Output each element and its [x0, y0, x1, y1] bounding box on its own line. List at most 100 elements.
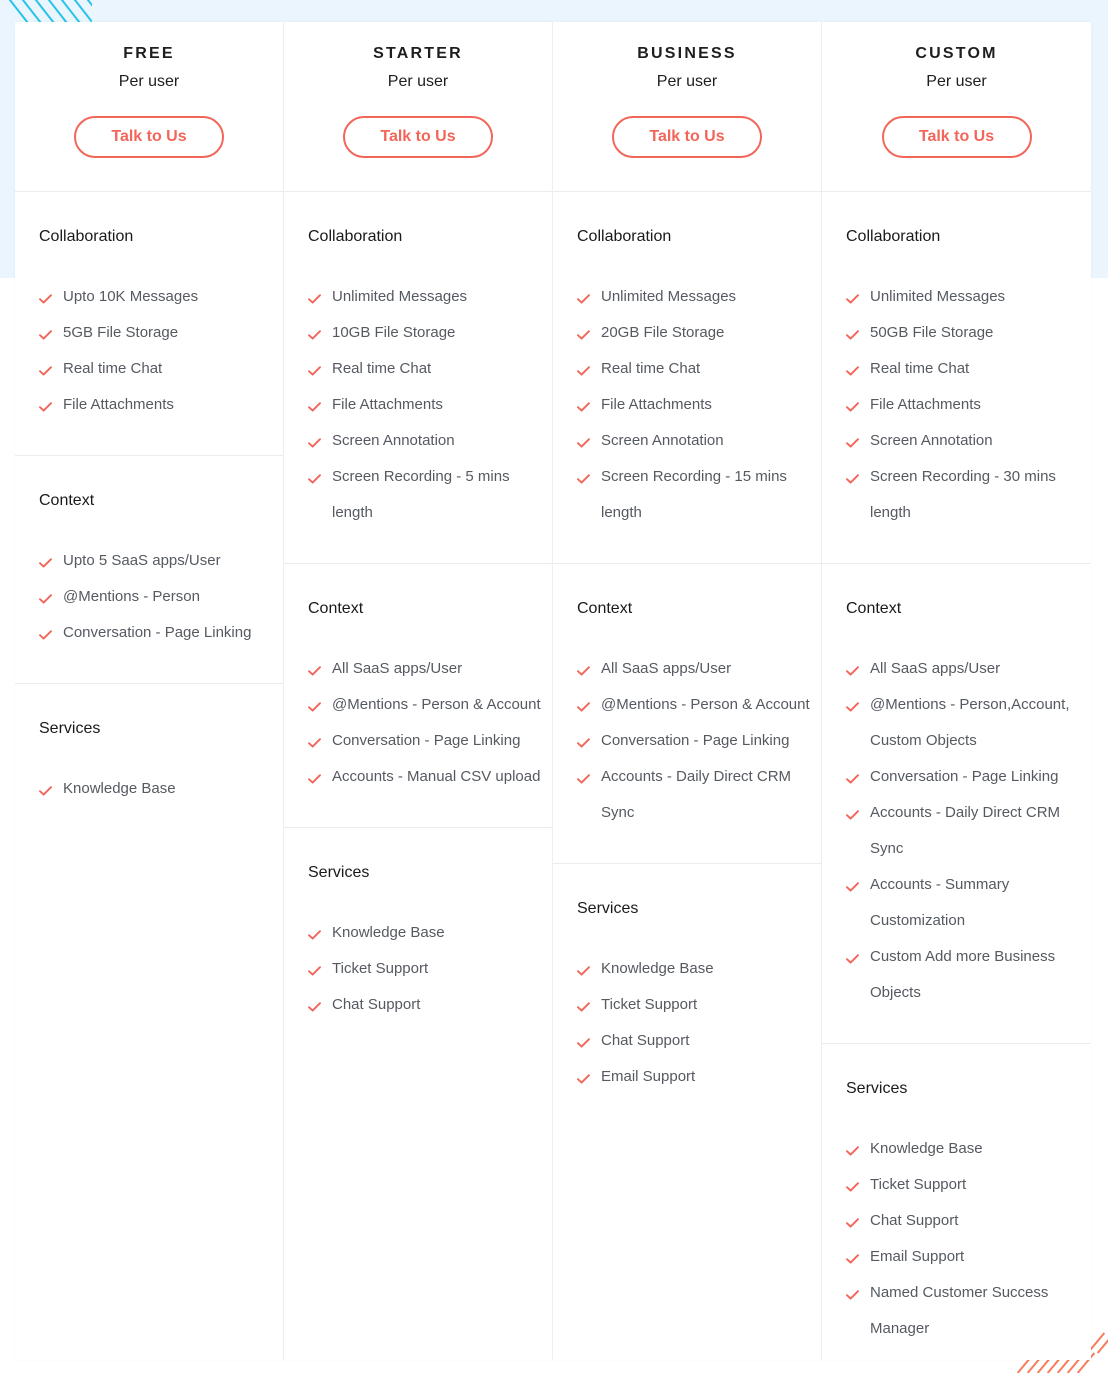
- check-icon: [846, 387, 870, 423]
- feature-item: 50GB File Storage: [846, 315, 1091, 351]
- feature-item: Knowledge Base: [308, 915, 552, 951]
- feature-label: Real time Chat: [601, 360, 701, 377]
- section-title: Services: [308, 864, 370, 881]
- feature-section-collaboration: Collaboration Upto 10K Messages 5GB File S…: [15, 192, 283, 456]
- feature-label: Knowledge Base: [601, 960, 714, 977]
- check-icon: [577, 423, 601, 459]
- feature-label: Screen Annotation: [332, 432, 455, 449]
- talk-to-us-button[interactable]: Talk to Us: [74, 116, 224, 158]
- feature-item: Accounts - Manual CSV upload: [308, 759, 552, 795]
- check-icon: [577, 387, 601, 423]
- check-icon: [846, 939, 870, 975]
- check-icon: [308, 651, 332, 687]
- feature-label: Screen Recording - 30 mins length: [870, 468, 1056, 521]
- feature-label: Real time Chat: [870, 360, 970, 377]
- check-icon: [308, 759, 332, 795]
- check-icon: [577, 315, 601, 351]
- check-icon: [308, 951, 332, 987]
- check-icon: [846, 1167, 870, 1203]
- feature-section-collaboration: Collaboration Unlimited Messages 50GB File…: [822, 192, 1091, 564]
- talk-to-us-button[interactable]: Talk to Us: [343, 116, 493, 158]
- feature-section-collaboration: Collaboration Unlimited Messages 10GB File…: [284, 192, 552, 564]
- check-icon: [577, 651, 601, 687]
- feature-item: Conversation - Page Linking: [39, 615, 283, 651]
- feature-item: @Mentions - Person & Account: [577, 687, 821, 723]
- plan-header: STARTER Per user Talk to Us: [284, 22, 552, 192]
- feature-section-collaboration: Collaboration Unlimited Messages 20GB File…: [553, 192, 821, 564]
- feature-item: Unlimited Messages: [846, 279, 1091, 315]
- section-title: Collaboration: [308, 228, 403, 245]
- feature-label: Real time Chat: [332, 360, 432, 377]
- feature-item: Unlimited Messages: [308, 279, 552, 315]
- feature-label: Custom Add more Business Objects: [870, 948, 1056, 1001]
- feature-item: Upto 10K Messages: [39, 279, 283, 315]
- feature-label: Ticket Support: [332, 960, 429, 977]
- check-icon: [308, 351, 332, 387]
- feature-item: Conversation - Page Linking: [846, 759, 1091, 795]
- section-title: Context: [846, 600, 902, 617]
- check-icon: [846, 795, 870, 831]
- feature-section-context: Context All SaaS apps/User @Mentions - Per…: [553, 564, 821, 864]
- check-icon: [39, 387, 63, 423]
- feature-item: Real time Chat: [846, 351, 1091, 387]
- feature-section-services: Services Knowledge Base: [15, 684, 283, 1360]
- section-title: Collaboration: [577, 228, 672, 245]
- feature-label: Conversation - Page Linking: [332, 732, 521, 749]
- feature-section-context: Context All SaaS apps/User @Mentions - Per…: [822, 564, 1091, 1044]
- feature-label: Accounts - Summary Customization: [870, 876, 1010, 929]
- feature-label: Screen Annotation: [601, 432, 724, 449]
- feature-item: Knowledge Base: [577, 951, 821, 987]
- talk-to-us-button[interactable]: Talk to Us: [881, 116, 1032, 158]
- feature-item: Chat Support: [308, 987, 552, 1023]
- check-icon: [846, 459, 870, 495]
- check-icon: [846, 315, 870, 351]
- feature-label: Conversation - Page Linking: [870, 768, 1059, 785]
- feature-label: Knowledge Base: [332, 924, 445, 941]
- plan-name: CUSTOM: [915, 45, 998, 62]
- check-icon: [846, 1275, 870, 1311]
- feature-item: Real time Chat: [577, 351, 821, 387]
- feature-item: File Attachments: [308, 387, 552, 423]
- feature-item: Screen Annotation: [846, 423, 1091, 459]
- check-icon: [577, 759, 601, 795]
- feature-item: Accounts - Daily Direct CRM Sync: [577, 759, 821, 831]
- feature-label: Conversation - Page Linking: [601, 732, 790, 749]
- plan-header: CUSTOM Per user Talk to Us: [822, 22, 1091, 192]
- check-icon: [577, 687, 601, 723]
- feature-label: Knowledge Base: [63, 780, 176, 797]
- feature-label: All SaaS apps/User: [332, 660, 463, 677]
- feature-item: Real time Chat: [39, 351, 283, 387]
- feature-item: Real time Chat: [308, 351, 552, 387]
- feature-label: Chat Support: [870, 1212, 959, 1229]
- feature-label: Knowledge Base: [870, 1140, 983, 1157]
- check-icon: [39, 315, 63, 351]
- feature-item: @Mentions - Person: [39, 579, 283, 615]
- feature-label: Unlimited Messages: [601, 288, 737, 305]
- check-icon: [577, 1059, 601, 1095]
- feature-item: Ticket Support: [577, 987, 821, 1023]
- talk-to-us-button[interactable]: Talk to Us: [612, 116, 762, 158]
- feature-item: Unlimited Messages: [577, 279, 821, 315]
- section-title: Services: [39, 720, 101, 737]
- section-title: Context: [577, 600, 633, 617]
- check-icon: [846, 867, 870, 903]
- check-icon: [39, 279, 63, 315]
- feature-item: Ticket Support: [308, 951, 552, 987]
- plan-billing-unit: Per user: [118, 73, 180, 90]
- feature-item: Ticket Support: [846, 1167, 1091, 1203]
- plan-header: FREE Per user Talk to Us: [15, 22, 283, 192]
- feature-item: 10GB File Storage: [308, 315, 552, 351]
- check-icon: [39, 615, 63, 651]
- check-icon: [846, 1239, 870, 1275]
- feature-label: Unlimited Messages: [870, 288, 1006, 305]
- feature-item: Accounts - Daily Direct CRM Sync: [846, 795, 1091, 867]
- check-icon: [308, 987, 332, 1023]
- check-icon: [308, 459, 332, 495]
- feature-label: File Attachments: [601, 396, 712, 413]
- feature-label: Screen Recording - 15 mins length: [601, 468, 787, 521]
- feature-item: File Attachments: [577, 387, 821, 423]
- feature-label: 20GB File Storage: [601, 324, 725, 341]
- feature-label: File Attachments: [332, 396, 443, 413]
- feature-item: Conversation - Page Linking: [577, 723, 821, 759]
- plan-billing-unit: Per user: [656, 73, 718, 90]
